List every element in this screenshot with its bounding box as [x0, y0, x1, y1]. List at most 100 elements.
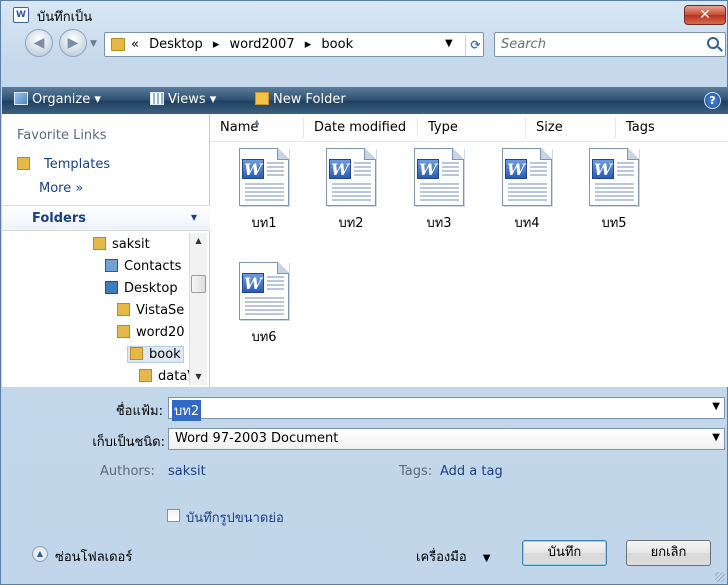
column-divider[interactable] [417, 118, 418, 138]
folder-icon [17, 157, 30, 170]
views-button[interactable]: Views ▾ [150, 92, 216, 107]
tree-item-label: Contacts [124, 259, 182, 274]
help-icon[interactable]: ? [704, 92, 721, 109]
organize-button[interactable]: Organize ▾ [14, 92, 101, 107]
scroll-up-icon[interactable]: ▲ [190, 233, 207, 248]
filename-value: บท2 [172, 400, 202, 421]
file-item[interactable]: W บท6 [224, 262, 304, 347]
folders-header[interactable]: Folders ▾ [2, 205, 210, 231]
word-doc-icon: W [414, 148, 464, 206]
folder-icon [139, 369, 152, 382]
word-doc-icon: W [326, 148, 376, 206]
back-button[interactable]: ◀ [25, 29, 53, 57]
tree-item-datav[interactable]: dataV [139, 369, 196, 384]
address-dropdown-icon[interactable]: ▼ [445, 38, 453, 49]
save-button[interactable]: บันทึก [522, 540, 607, 566]
chevron-down-icon[interactable]: ▼ [712, 401, 720, 412]
tree-item-saksit[interactable]: saksit [93, 237, 150, 252]
file-name: บท3 [426, 216, 452, 231]
organize-icon [14, 92, 28, 105]
search-input[interactable]: Search [494, 32, 726, 57]
breadcrumb-overflow[interactable]: « [131, 37, 139, 52]
close-button[interactable]: ✕ [684, 5, 726, 25]
folder-icon [93, 237, 106, 250]
sort-ascending-icon: ▲ [254, 118, 260, 126]
scrollbar-thumb[interactable] [191, 275, 206, 293]
column-divider[interactable] [525, 118, 526, 138]
word-doc-icon: W [239, 262, 289, 320]
folder-tree-scrollbar[interactable]: ▲ ▼ [189, 233, 207, 385]
folder-icon [111, 38, 125, 51]
folder-icon [117, 325, 130, 338]
organize-label: Organize ▾ [32, 92, 101, 107]
breadcrumb-desktop[interactable]: Desktop [149, 37, 203, 52]
save-thumbnail-checkbox[interactable] [167, 509, 180, 522]
more-links-button[interactable]: More » [39, 181, 83, 196]
favorite-link-templates[interactable]: Templates [17, 157, 110, 172]
views-label: Views ▾ [168, 92, 217, 107]
word-doc-icon: W [239, 148, 289, 206]
tree-item-word2007[interactable]: word20 [117, 325, 185, 340]
refresh-icon[interactable]: ⟳ [465, 35, 485, 55]
save-thumbnail-label[interactable]: บันทึกรูปขนาดย่อ [186, 507, 284, 528]
file-item[interactable]: W บท4 [487, 148, 567, 233]
window-title: บันทึกเป็น [37, 10, 93, 25]
folder-tree: saksit Contacts Desktop VistaSe word20 b… [2, 233, 210, 385]
column-label: Name [220, 120, 259, 135]
file-list: Name ▲ Date modified Type Size Tags W บท… [210, 114, 728, 387]
breadcrumb-book[interactable]: book [321, 37, 353, 52]
tree-item-book[interactable]: book [127, 346, 184, 363]
authors-label: Authors: [100, 464, 155, 479]
file-name: บท5 [601, 216, 627, 231]
search-icon[interactable] [707, 37, 719, 49]
command-bar: Organize ▾ Views ▾ New Folder ? [2, 87, 728, 114]
file-item[interactable]: W บท1 [224, 148, 304, 233]
authors-field[interactable]: saksit [168, 464, 206, 479]
tools-menu-button[interactable]: เครื่องมือ ▼ [416, 546, 491, 567]
filename-field[interactable]: บท2 ▼ [168, 397, 725, 421]
forward-button[interactable]: ▶ [59, 29, 87, 57]
file-name: บท4 [514, 216, 540, 231]
file-name: บท1 [251, 216, 277, 231]
file-name: บท2 [338, 216, 364, 231]
column-tags[interactable]: Tags [626, 120, 655, 135]
column-name[interactable]: Name ▲ [220, 118, 260, 135]
folder-icon [117, 303, 130, 316]
scroll-down-icon[interactable]: ▼ [190, 369, 207, 384]
tree-item-label: saksit [112, 237, 150, 252]
collapse-up-icon[interactable]: ▲ [32, 546, 48, 562]
file-item[interactable]: W บท2 [311, 148, 391, 233]
column-date-modified[interactable]: Date modified [314, 120, 406, 135]
word-doc-icon: W [13, 7, 29, 23]
file-item[interactable]: W บท3 [399, 148, 479, 233]
column-type[interactable]: Type [428, 120, 458, 135]
recent-pages-dropdown-icon[interactable]: ▼ [90, 39, 97, 49]
new-folder-icon [255, 92, 269, 105]
new-folder-button[interactable]: New Folder [255, 92, 346, 107]
save-type-select[interactable]: Word 97-2003 Document ▼ [168, 428, 725, 450]
tree-item-label: word20 [136, 325, 185, 340]
desktop-icon [105, 281, 118, 294]
chevron-down-icon: ▾ [191, 210, 198, 224]
tags-field[interactable]: Add a tag [440, 464, 503, 479]
breadcrumb-separator-icon[interactable]: ▸ [305, 37, 312, 52]
column-header: Name ▲ Date modified Type Size Tags [210, 114, 728, 142]
breadcrumb-separator-icon[interactable]: ▸ [213, 37, 220, 52]
chevron-down-icon: ▼ [482, 553, 491, 564]
folder-icon [130, 347, 143, 360]
column-size[interactable]: Size [536, 120, 563, 135]
resize-grip[interactable] [715, 572, 725, 582]
column-divider[interactable] [615, 118, 616, 138]
hide-folders-button[interactable]: ซ่อนโฟลเดอร์ [55, 546, 132, 567]
address-bar[interactable]: « Desktop ▸ word2007 ▸ book ▼ ⟳ [104, 32, 484, 57]
tree-item-contacts[interactable]: Contacts [105, 259, 181, 274]
breadcrumb-word2007[interactable]: word2007 [230, 37, 295, 52]
tree-item-vistase[interactable]: VistaSe [117, 303, 184, 318]
word-doc-icon: W [589, 148, 639, 206]
file-item[interactable]: W บท5 [574, 148, 654, 233]
column-divider[interactable] [303, 118, 304, 138]
cancel-button[interactable]: ยกเลิก [626, 540, 711, 566]
tree-item-desktop[interactable]: Desktop [105, 281, 178, 296]
save-as-dialog: W บันทึกเป็น ✕ ◀ ▶ ▼ « Desktop ▸ word200… [0, 0, 728, 585]
save-type-label: เก็บเป็นชนิด: [92, 435, 165, 450]
